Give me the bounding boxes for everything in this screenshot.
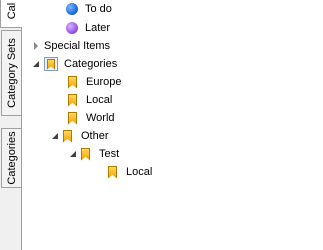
collapse-arrow-icon[interactable] bbox=[68, 149, 78, 159]
vertical-tab-strip: Cal Category Sets Categories bbox=[0, 0, 22, 250]
category-tree: To do Later Special Items Categories Eur… bbox=[23, 0, 323, 250]
tree-item-test[interactable]: Test bbox=[68, 145, 119, 163]
tab-category-sets[interactable]: Category Sets bbox=[1, 30, 21, 116]
collapse-arrow-icon[interactable] bbox=[50, 131, 60, 141]
bookmark-icon bbox=[81, 147, 90, 161]
tree-item-local[interactable]: Local bbox=[68, 91, 112, 109]
tree-item-label: Later bbox=[85, 22, 111, 34]
expand-arrow-icon[interactable] bbox=[31, 41, 41, 51]
tree-item-label: World bbox=[86, 112, 115, 124]
bookmark-icon bbox=[68, 75, 77, 89]
bookmark-icon bbox=[68, 111, 77, 125]
tab-calendar[interactable]: Cal bbox=[0, 0, 22, 28]
tree-item-special-items[interactable]: Special Items bbox=[31, 37, 110, 55]
tree-item-world[interactable]: World bbox=[68, 109, 115, 127]
tab-categories[interactable]: Categories bbox=[1, 128, 21, 188]
tree-item-label: Categories bbox=[64, 58, 118, 70]
bookmark-icon bbox=[63, 129, 72, 143]
tree-item-todo[interactable]: To do bbox=[66, 0, 112, 18]
blue-circle-icon bbox=[66, 3, 78, 15]
tree-item-other[interactable]: Other bbox=[50, 127, 109, 145]
tab-calendar-label: Cal bbox=[5, 2, 18, 20]
tree-item-label: To do bbox=[85, 3, 112, 15]
tree-item-test-local[interactable]: Local bbox=[108, 163, 152, 181]
tab-category-sets-label: Category Sets bbox=[5, 38, 18, 108]
tree-item-categories[interactable]: Categories bbox=[31, 55, 117, 73]
tree-item-later[interactable]: Later bbox=[66, 19, 110, 37]
purple-circle-icon bbox=[66, 22, 78, 34]
tree-item-label: Special Items bbox=[44, 40, 111, 52]
collapse-arrow-icon[interactable] bbox=[31, 59, 41, 69]
tree-item-label: Test bbox=[99, 148, 120, 160]
tree-item-label: Local bbox=[86, 94, 113, 106]
tree-item-label: Europe bbox=[86, 76, 122, 88]
tree-item-label: Other bbox=[81, 130, 109, 142]
tab-categories-label: Categories bbox=[5, 131, 18, 185]
bookmark-icon bbox=[68, 93, 77, 107]
bookmark-icon bbox=[108, 165, 117, 179]
tree-item-label: Local bbox=[126, 166, 153, 178]
category-folder-icon bbox=[44, 57, 58, 71]
tree-item-europe[interactable]: Europe bbox=[68, 73, 121, 91]
